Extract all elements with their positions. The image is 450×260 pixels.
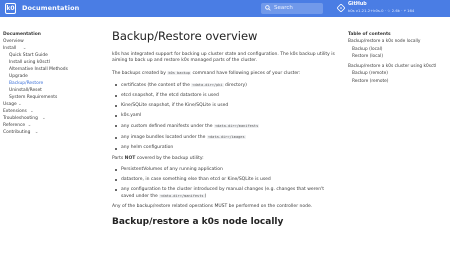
not-covered-prefix: Parts xyxy=(112,155,125,161)
sidebar-item-label: Usage xyxy=(3,102,17,107)
backups-paragraph: The backups created by k0s backup comman… xyxy=(112,70,337,77)
list-item-text: any image bundles located under the xyxy=(121,135,207,141)
sidebar-item-backup-restore[interactable]: Backup/Restore xyxy=(3,80,95,87)
section-heading: Backup/restore a k0s node locally xyxy=(112,216,284,227)
not-emphasis: NOT xyxy=(124,155,136,161)
chevron-down-icon: ⌄ xyxy=(42,116,46,121)
list-item-text: Kine/SQLite snapshot, if the Kine/SQLite… xyxy=(121,103,229,109)
toc-item-restore-remote[interactable]: Restore (remote) xyxy=(348,79,443,85)
sidebar-item-uninstall-reset[interactable]: Uninstall/Reset xyxy=(3,87,95,94)
sidebar-item-documentation[interactable]: Documentation xyxy=(3,31,95,38)
search-input[interactable]: Search xyxy=(261,3,323,14)
list-item: PersistentVolumes of any running applica… xyxy=(112,167,337,173)
sidebar-item-usage[interactable]: Usage ⌄ xyxy=(3,101,95,108)
git-icon xyxy=(337,4,345,12)
chevron-down-icon: ⌄ xyxy=(30,109,34,114)
sidebar-item-alternative-install-methods[interactable]: Alternative Install Methods xyxy=(3,66,95,73)
list-item: certificates (the content of the <data-d… xyxy=(112,82,337,89)
main-content: Backup/Restore overview k0s has integrat… xyxy=(112,30,337,228)
toc-item-backup-restore-a-k0s-cluster-using-k0sctl[interactable]: Backup/restore a k0s cluster using k0sct… xyxy=(348,64,443,70)
list-item-text: any helm configuration xyxy=(121,145,174,151)
sidebar-item-label: Alternative Install Methods xyxy=(9,67,68,72)
list-item: any configuration to the cluster introdu… xyxy=(112,187,337,201)
toc-item-backup-local[interactable]: Backup (local) xyxy=(348,47,443,53)
sidebar-item-label: Install using k0sctl xyxy=(9,60,50,65)
sidebar-item-install[interactable]: Install ⌄ xyxy=(3,45,95,52)
backups-prefix: The backups created by xyxy=(112,70,168,76)
top-header: k0 Documentation Search GitHub k0s v1.21… xyxy=(0,0,450,17)
list-item-text: any custom defined manifests under the xyxy=(121,124,214,130)
inline-code: <data-dir>/manifests xyxy=(159,194,205,199)
backups-suffix: command have following pieces of your cl… xyxy=(191,70,301,76)
sidebar-item-contributing[interactable]: Contributing ⌄ xyxy=(3,129,95,136)
list-item-text: certificates (the content of the xyxy=(121,82,192,88)
list-item: any image bundles located under the <dat… xyxy=(112,134,337,141)
chevron-down-icon: ⌄ xyxy=(34,130,39,135)
page-title: Backup/Restore overview xyxy=(112,29,258,43)
list-item-suffix: directory) xyxy=(223,82,247,88)
list-item-text: k0s.yaml xyxy=(121,113,142,119)
inline-code: <data-dir>/manifests xyxy=(213,124,260,129)
sidebar-item-label: Quick Start Guide xyxy=(9,53,48,58)
list-item: etcd snapshot, if the etcd datastore is … xyxy=(112,93,337,99)
list-item: any custom defined manifests under the <… xyxy=(112,123,337,130)
not-covered-suffix: covered by the backup utility: xyxy=(135,155,204,161)
toc-heading: Table of contents xyxy=(348,32,391,37)
sidebar-item-overview[interactable]: Overview xyxy=(3,38,95,45)
sidebar-item-label: Extensions xyxy=(3,109,27,114)
not-covered-list: PersistentVolumes of any running applica… xyxy=(112,167,337,201)
chevron-down-icon: ⌄ xyxy=(18,102,22,107)
list-item: k0s.yaml xyxy=(112,113,337,119)
sidebar-item-system-requirements[interactable]: System Requirements xyxy=(3,94,95,101)
list-item: Kine/SQLite snapshot, if the Kine/SQLite… xyxy=(112,103,337,109)
sidebar-item-label: Reference xyxy=(3,123,26,128)
sidebar-nav: Documentation Overview Install ⌄ Quick Start… xyxy=(3,31,95,136)
inline-code: <data-dir>/images xyxy=(206,135,246,140)
sidebar-item-label: Troubleshooting xyxy=(3,116,38,121)
list-item: datastore, in case something else than e… xyxy=(112,177,337,183)
toc-item-restore-local[interactable]: Restore (local) xyxy=(348,54,443,60)
inline-code: <data-dir>/pki xyxy=(191,82,224,87)
toc-item-backup-restore-a-k0s-node-locally[interactable]: Backup/restore a k0s node locally xyxy=(348,39,443,45)
toc-item-backup-remote[interactable]: Backup (remote) xyxy=(348,71,443,77)
sidebar-item-extensions[interactable]: Extensions ⌄ xyxy=(3,108,95,115)
search-icon xyxy=(265,5,271,11)
github-stats: k0s v1.21.2+k0s.0 · ☆ 2.6k · ⑂ 164 xyxy=(348,8,415,13)
list-item-text: PersistentVolumes of any running applica… xyxy=(121,166,223,172)
intro-paragraph: k0s has integrated support for backing u… xyxy=(112,52,335,64)
site-title[interactable]: Documentation xyxy=(22,4,79,12)
list-item-suffix: ) xyxy=(204,194,207,200)
table-of-contents: Table of contents Backup/restore a k0s n… xyxy=(348,31,443,87)
sidebar-item-label: Overview xyxy=(3,39,24,44)
inline-code: k0s backup xyxy=(167,70,192,75)
chevron-down-icon: ⌄ xyxy=(22,46,27,51)
sidebar-item-install-using-k0sctl[interactable]: Install using k0sctl xyxy=(3,59,95,66)
sidebar-item-label: Contributing xyxy=(3,130,31,135)
list-item: any helm configuration xyxy=(112,145,337,151)
chevron-down-icon: ⌄ xyxy=(27,123,32,128)
search-placeholder: Search xyxy=(274,5,293,11)
sidebar-item-label: Documentation xyxy=(3,32,41,37)
sidebar-item-label: Uninstall/Reset xyxy=(9,88,42,93)
sidebar-item-label: System Requirements xyxy=(9,95,58,100)
k0s-logo[interactable]: k0 xyxy=(5,3,16,14)
controller-note: Any of the backup/restore related operat… xyxy=(112,204,313,210)
covered-list: certificates (the content of the <data-d… xyxy=(112,82,337,152)
sidebar-item-label: Upgrade xyxy=(9,74,28,79)
list-item-text: datastore, in case something else than e… xyxy=(121,176,271,182)
sidebar-item-upgrade[interactable]: Upgrade xyxy=(3,73,95,80)
not-covered-paragraph: Parts NOT covered by the backup utility: xyxy=(112,156,337,162)
list-item-text: etcd snapshot, if the etcd datastore is … xyxy=(121,92,219,98)
sidebar-item-reference[interactable]: Reference ⌄ xyxy=(3,122,95,129)
sidebar-item-troubleshooting[interactable]: Troubleshooting ⌄ xyxy=(3,115,95,122)
sidebar-item-quick-start-guide[interactable]: Quick Start Guide xyxy=(3,52,95,59)
sidebar-item-label: Install xyxy=(3,46,17,51)
list-item-text: any configuration to the cluster introdu… xyxy=(121,187,325,200)
sidebar-item-label: Backup/Restore xyxy=(9,81,44,86)
